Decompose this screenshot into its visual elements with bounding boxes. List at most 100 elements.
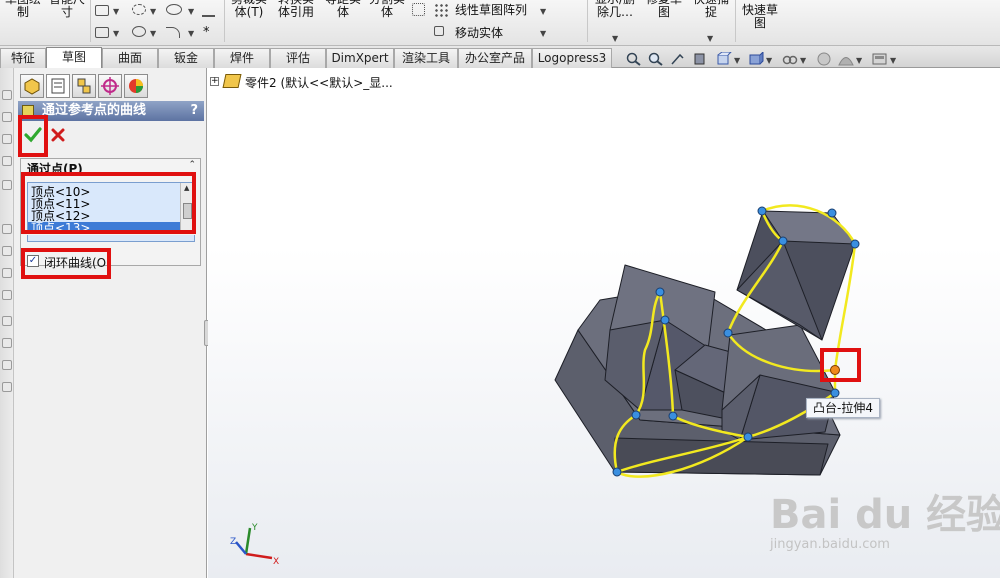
tab-weldments[interactable]: 焊件 [214, 48, 270, 68]
view-orientation-icon[interactable] [716, 52, 732, 66]
split-entities-button[interactable]: 分割实 体 [366, 0, 408, 19]
strip-tool-icon[interactable] [2, 338, 12, 348]
vertex-point [850, 239, 860, 249]
apply-scene-icon[interactable] [838, 52, 854, 66]
section-view-icon[interactable] [692, 52, 708, 66]
smart-dimension-button[interactable]: 智能尺 寸 [46, 0, 88, 19]
hide-show-items-icon[interactable] [782, 52, 798, 66]
display-manager-tab[interactable] [124, 74, 148, 98]
text-icon[interactable] [202, 3, 215, 17]
dropdown-arrow-icon[interactable]: ▼ [188, 7, 194, 16]
dropdown-arrow-icon[interactable]: ▼ [113, 7, 119, 16]
view-settings-icon[interactable] [872, 52, 888, 66]
tab-render-tools[interactable]: 渲染工具 [394, 48, 458, 68]
sketch-draw-button[interactable]: 草图绘 制 [3, 0, 43, 19]
highlight-selected-point [820, 348, 861, 382]
points-list-bottom [27, 235, 195, 242]
rapid-sketch-button[interactable]: 快速草 图 [738, 4, 782, 30]
help-button[interactable]: ? [190, 101, 198, 121]
vertex-point [723, 328, 733, 338]
dropdown-arrow-icon[interactable]: ▼ [540, 29, 546, 38]
highlight-ok-button [18, 115, 48, 157]
highlight-closed-curve [21, 248, 111, 279]
y-axis-label: Y [251, 523, 258, 533]
show-delete-relations-button[interactable]: 显示/删 除几… [590, 0, 640, 19]
strip-tool-icon[interactable] [2, 156, 12, 166]
watermark: Bai du 经验 jingyan.baidu.com [770, 493, 1000, 578]
configuration-manager-tab[interactable] [72, 74, 96, 98]
strip-tool-icon[interactable] [2, 112, 12, 122]
property-manager-tab[interactable] [46, 74, 70, 98]
repair-sketch-button[interactable]: 修复草 图 [644, 0, 684, 19]
move-icon [434, 26, 444, 36]
dropdown-arrow-icon[interactable]: ▼ [800, 56, 806, 65]
previous-view-icon[interactable] [670, 52, 686, 66]
linear-pattern-button[interactable]: 线性草图阵列 [455, 4, 527, 17]
move-entities-button[interactable]: 移动实体 [455, 27, 503, 40]
strip-tool-icon[interactable] [2, 180, 12, 190]
tab-surfaces[interactable]: 曲面 [102, 48, 158, 68]
collapse-chevron-icon[interactable]: ⌃ [188, 160, 196, 170]
tab-office-products[interactable]: 办公室产品 [458, 48, 532, 68]
strip-tool-icon[interactable] [2, 246, 12, 256]
feature-manager-tab[interactable] [20, 74, 44, 98]
strip-tool-icon[interactable] [2, 224, 12, 234]
display-style-icon[interactable] [748, 52, 764, 66]
tab-sheet-metal[interactable]: 钣金 [158, 48, 214, 68]
dropdown-arrow-icon[interactable]: ▼ [188, 29, 194, 38]
dropdown-arrow-icon[interactable]: ▼ [150, 7, 156, 16]
strip-tool-icon[interactable] [2, 268, 12, 278]
tab-sketch[interactable]: 草图 [46, 47, 102, 69]
trim-entities-button[interactable]: 剪裁实 体(T) [226, 0, 272, 19]
circle-icon[interactable] [132, 4, 146, 15]
edit-appearance-icon[interactable] [816, 52, 832, 66]
linear-pattern-icon [434, 3, 450, 17]
y-axis [244, 527, 252, 555]
dropdown-arrow-icon[interactable]: ▼ [707, 34, 713, 43]
rectangle-icon[interactable] [95, 5, 109, 16]
dropdown-arrow-icon[interactable]: ▼ [856, 56, 862, 65]
tab-evaluate[interactable]: 评估 [270, 48, 326, 68]
slot-icon[interactable] [95, 27, 109, 38]
dropdown-arrow-icon[interactable]: ▼ [113, 29, 119, 38]
strip-tool-icon[interactable] [2, 90, 12, 100]
dropdown-arrow-icon[interactable]: ▼ [150, 29, 156, 38]
watermark-brand: Bai du 经验 [770, 492, 1000, 538]
offset-entities-button[interactable]: 等距实 体 [320, 0, 366, 19]
vertex-point [757, 206, 767, 216]
point-icon[interactable]: * [203, 26, 210, 39]
fillet-icon[interactable] [166, 27, 180, 38]
expand-icon[interactable]: + [210, 77, 219, 86]
part-name[interactable]: 零件2 (默认<<默认>_显... [245, 74, 393, 91]
zoom-to-area-icon[interactable] [648, 52, 664, 66]
dropdown-arrow-icon[interactable]: ▼ [612, 34, 618, 43]
cancel-x-icon[interactable] [50, 127, 66, 143]
strip-tool-icon[interactable] [2, 290, 12, 300]
polygon-icon[interactable] [132, 26, 146, 37]
x-axis [245, 552, 273, 560]
zoom-to-fit-icon[interactable] [626, 52, 642, 66]
mirror-icon[interactable] [412, 3, 425, 16]
vertex-point [612, 467, 622, 477]
dropdown-arrow-icon[interactable]: ▼ [890, 56, 896, 65]
strip-tool-icon[interactable] [2, 382, 12, 392]
vertex-point [660, 315, 670, 325]
dropdown-arrow-icon[interactable]: ▼ [734, 56, 740, 65]
quick-snaps-button[interactable]: 快速捕 捉 [690, 0, 732, 19]
tab-features[interactable]: 特征 [0, 48, 46, 68]
vertex-point [778, 236, 788, 246]
tab-logopress3[interactable]: Logopress3 [532, 48, 612, 68]
convert-entities-button[interactable]: 转换实 体引用 [273, 0, 319, 19]
ribbon-separator [90, 0, 91, 42]
dropdown-arrow-icon[interactable]: ▼ [540, 7, 546, 16]
strip-tool-icon[interactable] [2, 316, 12, 326]
strip-tool-icon[interactable] [2, 134, 12, 144]
display-manager-icon [129, 79, 143, 93]
tab-dimxpert[interactable]: DimXpert [326, 48, 394, 68]
vertex-point [827, 208, 837, 218]
dropdown-arrow-icon[interactable]: ▼ [766, 56, 772, 65]
vertex-point [631, 410, 641, 420]
dimxpert-manager-tab[interactable] [98, 74, 122, 98]
ellipse-icon[interactable] [166, 4, 182, 15]
strip-tool-icon[interactable] [2, 360, 12, 370]
